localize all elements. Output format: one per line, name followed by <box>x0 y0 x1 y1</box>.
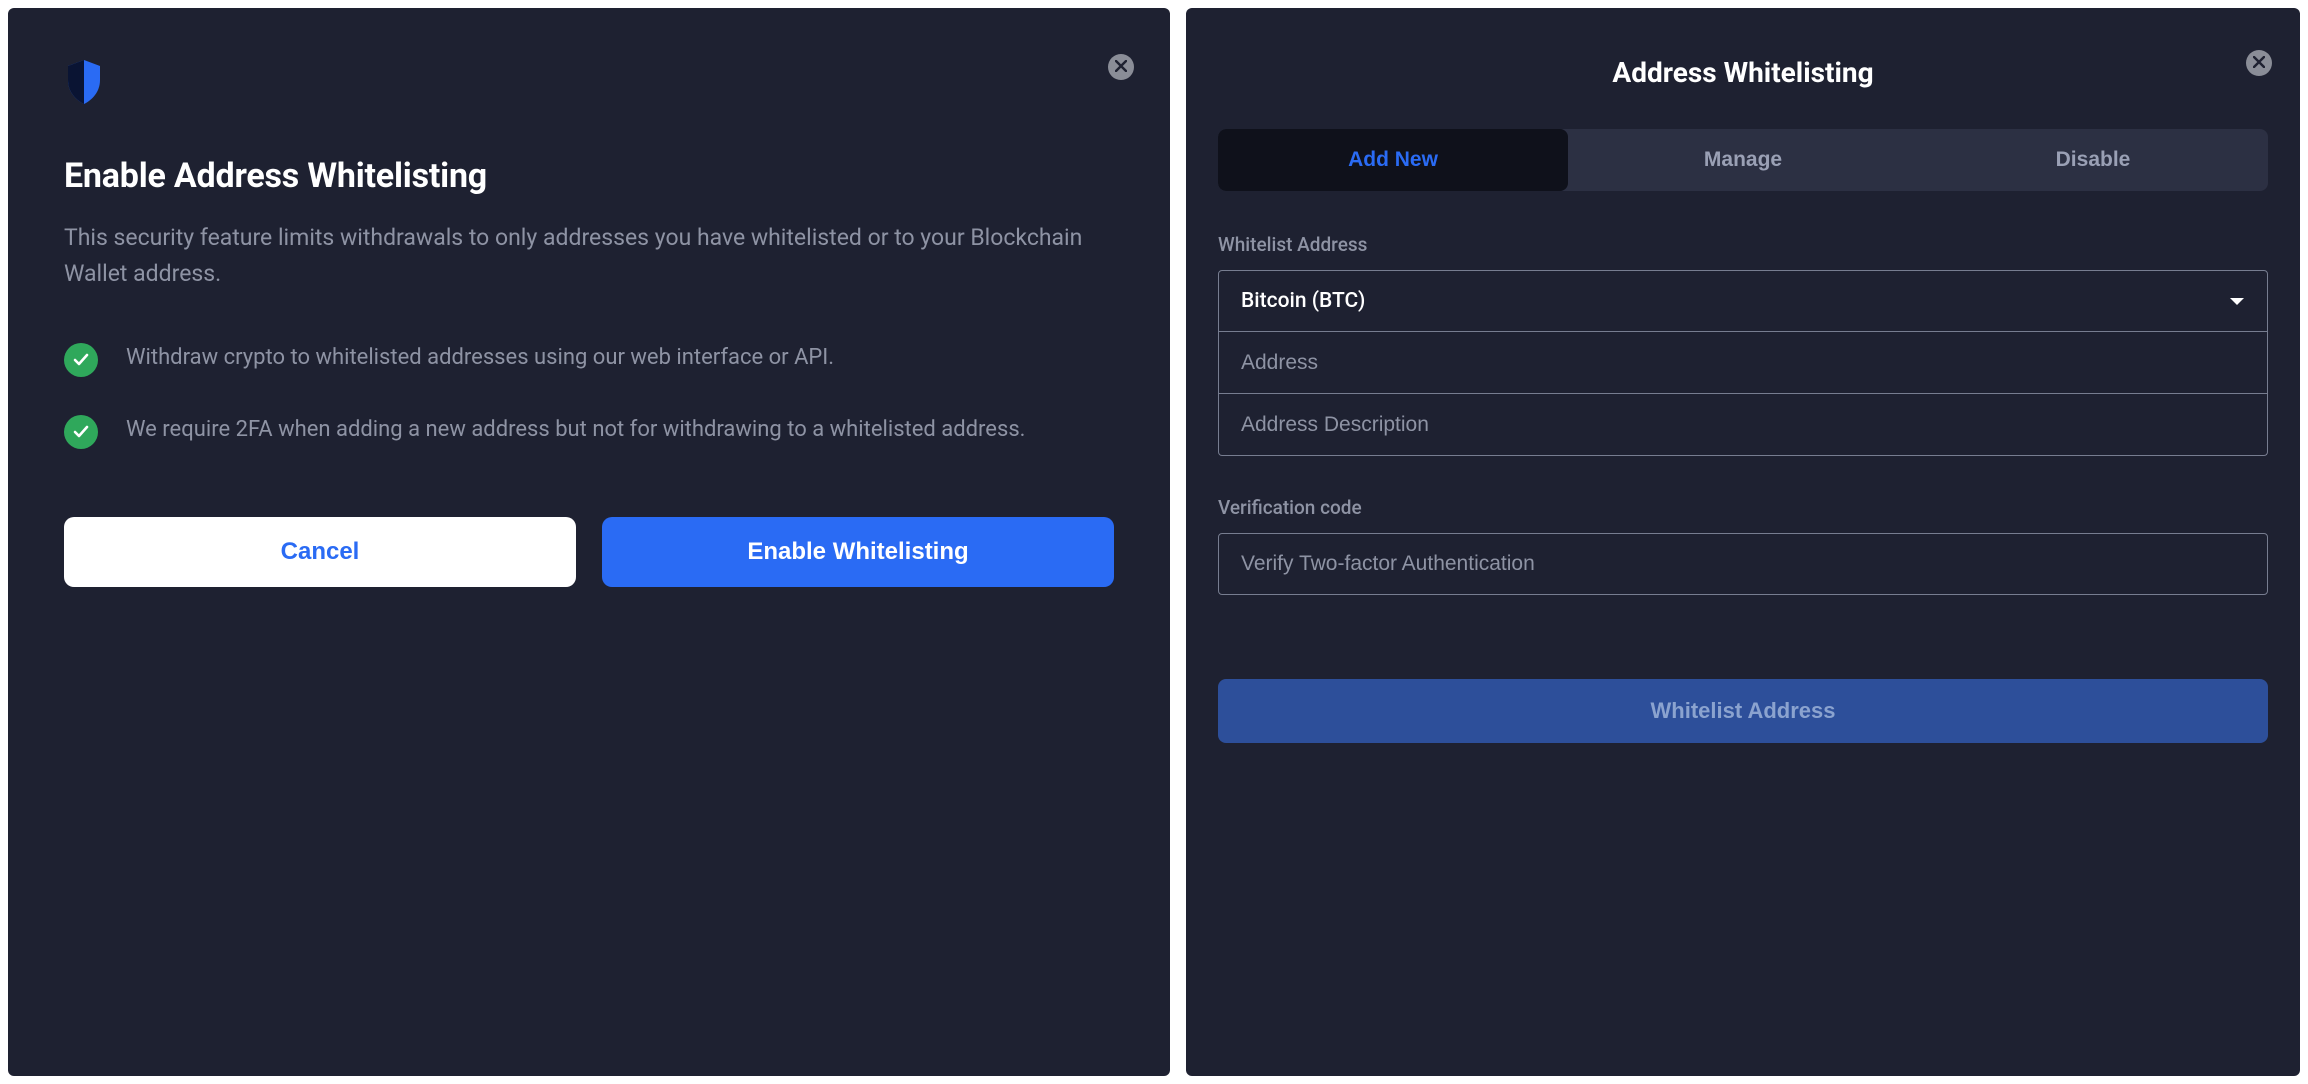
bullet-text: We require 2FA when adding a new address… <box>126 413 1026 447</box>
verification-group: Verification code <box>1218 496 2268 595</box>
close-button[interactable] <box>1108 54 1134 80</box>
verification-code-input[interactable] <box>1218 533 2268 595</box>
check-icon <box>64 343 98 377</box>
asset-select[interactable]: Bitcoin (BTC) <box>1218 270 2268 332</box>
bullet-item: Withdraw crypto to whitelisted addresses… <box>64 341 1114 377</box>
enable-whitelisting-button[interactable]: Enable Whitelisting <box>602 517 1114 587</box>
address-whitelisting-panel: Address Whitelisting Add New Manage Disa… <box>1186 8 2300 1076</box>
tab-add-new[interactable]: Add New <box>1218 129 1568 191</box>
chevron-down-icon <box>2229 292 2245 311</box>
tab-disable[interactable]: Disable <box>1918 129 2268 191</box>
close-button[interactable] <box>2246 50 2272 76</box>
bullet-item: We require 2FA when adding a new address… <box>64 413 1114 449</box>
asset-selected-value: Bitcoin (BTC) <box>1241 289 1365 313</box>
dialog-subtitle: This security feature limits withdrawals… <box>64 220 1114 291</box>
close-icon <box>2253 56 2265 71</box>
close-icon <box>1115 60 1127 75</box>
enable-whitelisting-dialog: Enable Address Whitelisting This securit… <box>8 8 1170 1076</box>
whitelist-address-button[interactable]: Whitelist Address <box>1218 679 2268 743</box>
whitelist-address-label: Whitelist Address <box>1218 233 2268 256</box>
dialog-title: Enable Address Whitelisting <box>64 156 1114 196</box>
tab-bar: Add New Manage Disable <box>1218 129 2268 191</box>
panel-title: Address Whitelisting <box>1218 56 2268 89</box>
dialog-actions: Cancel Enable Whitelisting <box>64 517 1114 587</box>
check-icon <box>64 415 98 449</box>
cancel-button[interactable]: Cancel <box>64 517 576 587</box>
address-input[interactable] <box>1218 332 2268 394</box>
whitelist-address-group: Whitelist Address Bitcoin (BTC) <box>1218 233 2268 456</box>
shield-icon <box>64 58 1114 110</box>
tab-manage[interactable]: Manage <box>1568 129 1918 191</box>
bullet-text: Withdraw crypto to whitelisted addresses… <box>126 341 834 375</box>
verification-code-label: Verification code <box>1218 496 2268 519</box>
address-description-input[interactable] <box>1218 394 2268 456</box>
